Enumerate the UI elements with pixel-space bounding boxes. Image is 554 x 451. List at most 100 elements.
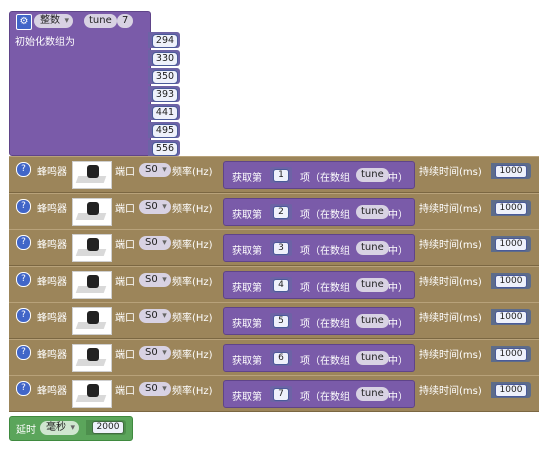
question-icon[interactable]: ? (16, 345, 31, 360)
buzzer-module-image (72, 161, 112, 189)
index-slot: 7 (270, 386, 292, 402)
duration-label: 持续时间(ms) (419, 240, 482, 251)
port-label: 端口 (115, 240, 135, 251)
get-item-middle: 项（在数组 (300, 319, 350, 330)
array-name-pill[interactable]: tune (356, 241, 389, 255)
port-dropdown[interactable]: S0 (139, 346, 171, 360)
buzzer-label: 蜂鸣器 (37, 350, 67, 361)
buzzer-module-image (72, 198, 112, 226)
duration-field[interactable]: 1000 (495, 384, 527, 397)
buzzer-block[interactable]: ? 蜂鸣器 端口 S0频率(Hz) 获取第 6 项（在数组 tune中） 持续时间(ms) 100… (9, 339, 539, 376)
port-dropdown[interactable]: S0 (139, 382, 171, 396)
duration-label: 持续时间(ms) (419, 386, 482, 397)
get-array-item-block[interactable]: 获取第 3 项（在数组 tune 中） (223, 234, 415, 262)
question-icon[interactable]: ? (16, 199, 31, 214)
question-icon[interactable]: ? (16, 308, 31, 323)
buzzer-module-image (72, 380, 112, 408)
index-slot: 6 (270, 350, 292, 366)
get-item-suffix: 中） (388, 246, 408, 257)
frequency-label: 频率(Hz) (172, 313, 213, 324)
buzzer-block[interactable]: ? 蜂鸣器 端口 S0频率(Hz) 获取第 1 项（在数组 tune中） 持续时间(ms) 100… (9, 156, 539, 193)
array-size-field[interactable]: 7 (117, 14, 134, 28)
index-field[interactable]: 4 (273, 279, 289, 292)
buzzer-module-image (72, 271, 112, 299)
array-value-field[interactable]: 556 (152, 142, 178, 156)
frequency-label: 频率(Hz) (172, 204, 213, 215)
index-field[interactable]: 1 (273, 169, 289, 182)
index-field[interactable]: 3 (273, 242, 289, 255)
get-item-middle: 项（在数组 (300, 356, 350, 367)
duration-field[interactable]: 1000 (495, 165, 527, 178)
array-value-field[interactable]: 495 (152, 124, 178, 138)
get-array-item-block[interactable]: 获取第 5 项（在数组 tune 中） (223, 307, 415, 335)
buzzer-block[interactable]: ? 蜂鸣器 端口 S0频率(Hz) 获取第 3 项（在数组 tune中） 持续时间(ms) 100… (9, 229, 539, 266)
get-item-suffix: 中） (388, 319, 408, 330)
buzzer-label: 蜂鸣器 (37, 386, 67, 397)
index-field[interactable]: 2 (273, 206, 289, 219)
buzzer-block[interactable]: ? 蜂鸣器 端口 S0频率(Hz) 获取第 2 项（在数组 tune中） 持续时间(ms) 100… (9, 193, 539, 230)
get-item-middle: 项（在数组 (300, 173, 350, 184)
buzzer-block[interactable]: ? 蜂鸣器 端口 S0频率(Hz) 获取第 5 项（在数组 tune中） 持续时间(ms) 100… (9, 302, 539, 339)
get-item-suffix: 中） (388, 210, 408, 221)
delay-unit-dropdown[interactable]: 毫秒 (40, 421, 79, 435)
port-dropdown[interactable]: S0 (139, 200, 171, 214)
array-value-field[interactable]: 294 (152, 34, 178, 48)
duration-field[interactable]: 1000 (495, 202, 527, 215)
array-name-pill[interactable]: tune (356, 314, 389, 328)
frequency-label: 频率(Hz) (172, 350, 213, 361)
array-name-pill[interactable]: tune (356, 351, 389, 365)
question-icon[interactable]: ? (16, 272, 31, 287)
frequency-label: 频率(Hz) (172, 167, 213, 178)
array-value-field[interactable]: 330 (152, 52, 178, 66)
index-slot: 3 (270, 240, 292, 256)
question-icon[interactable]: ? (16, 235, 31, 250)
buzzer-module-image (72, 307, 112, 335)
duration-field[interactable]: 1000 (495, 238, 527, 251)
get-item-prefix: 获取第 (232, 356, 262, 367)
array-value-field[interactable]: 393 (152, 88, 178, 102)
get-array-item-block[interactable]: 获取第 4 项（在数组 tune 中） (223, 271, 415, 299)
buzzer-block[interactable]: ? 蜂鸣器 端口 S0频率(Hz) 获取第 4 项（在数组 tune中） 持续时间(ms) 100… (9, 266, 539, 303)
port-dropdown[interactable]: S0 (139, 163, 171, 177)
array-type-dropdown[interactable]: 整数 (34, 14, 73, 28)
port-dropdown[interactable]: S0 (139, 309, 171, 323)
duration-label: 持续时间(ms) (419, 204, 482, 215)
buzzer-block[interactable]: ? 蜂鸣器 端口 S0频率(Hz) 获取第 7 项（在数组 tune中） 持续时间(ms) 100… (9, 375, 539, 412)
index-slot: 1 (270, 167, 292, 183)
array-variable-name[interactable]: tune (84, 14, 117, 28)
array-name-pill[interactable]: tune (356, 387, 389, 401)
get-item-prefix: 获取第 (232, 246, 262, 257)
duration-label: 持续时间(ms) (419, 313, 482, 324)
get-array-item-block[interactable]: 获取第 2 项（在数组 tune 中） (223, 198, 415, 226)
question-icon[interactable]: ? (16, 381, 31, 396)
array-name-pill[interactable]: tune (356, 278, 389, 292)
get-array-item-block[interactable]: 获取第 1 项（在数组 tune 中） (223, 161, 415, 189)
get-array-item-block[interactable]: 获取第 6 项（在数组 tune 中） (223, 344, 415, 372)
port-dropdown[interactable]: S0 (139, 273, 171, 287)
array-name-pill[interactable]: tune (356, 205, 389, 219)
port-dropdown[interactable]: S0 (139, 236, 171, 250)
get-item-middle: 项（在数组 (300, 210, 350, 221)
duration-label: 持续时间(ms) (419, 277, 482, 288)
buzzer-label: 蜂鸣器 (37, 313, 67, 324)
array-value-field[interactable]: 350 (152, 70, 178, 84)
gear-icon[interactable]: ⚙ (16, 14, 32, 30)
duration-field[interactable]: 1000 (495, 275, 527, 288)
duration-label: 持续时间(ms) (419, 167, 482, 178)
buzzer-label: 蜂鸣器 (37, 240, 67, 251)
delay-value-field[interactable]: 2000 (92, 421, 124, 434)
get-array-item-block[interactable]: 获取第 7 项（在数组 tune 中） (223, 380, 415, 408)
duration-field[interactable]: 1000 (495, 348, 527, 361)
get-item-suffix: 中） (388, 356, 408, 367)
index-field[interactable]: 7 (273, 388, 289, 401)
port-label: 端口 (115, 204, 135, 215)
index-field[interactable]: 5 (273, 315, 289, 328)
question-icon[interactable]: ? (16, 162, 31, 177)
get-item-suffix: 中） (388, 173, 408, 184)
array-name-pill[interactable]: tune (356, 168, 389, 182)
port-label: 端口 (115, 386, 135, 397)
get-item-middle: 项（在数组 (300, 283, 350, 294)
array-value-field[interactable]: 441 (152, 106, 178, 120)
index-field[interactable]: 6 (273, 352, 289, 365)
duration-field[interactable]: 1000 (495, 311, 527, 324)
